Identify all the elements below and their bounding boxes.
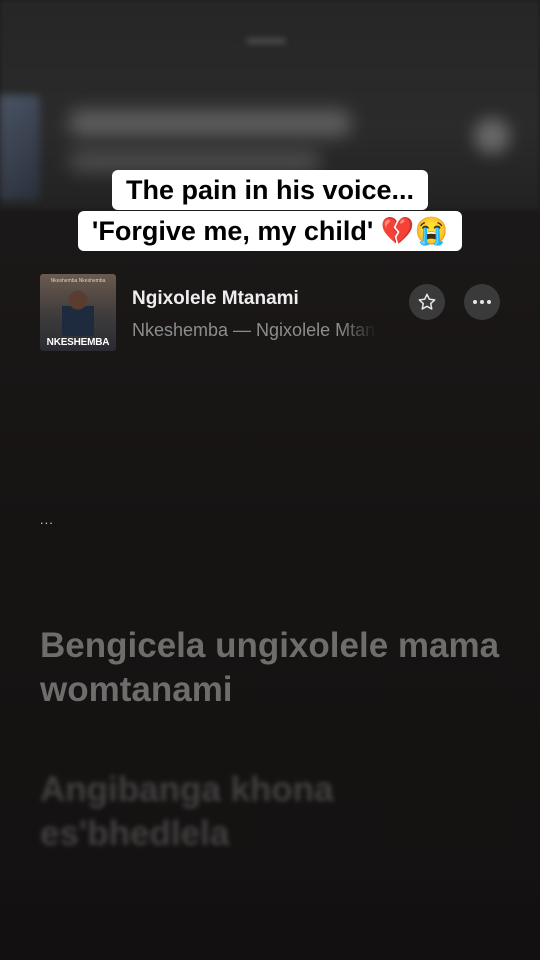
caption-line-2: 'Forgive me, my child' 💔😭: [0, 211, 540, 251]
more-options-button[interactable]: [464, 284, 500, 320]
lyric-line-next[interactable]: Angibanga khona es'bhedlela: [40, 768, 500, 856]
caption-text-2: 'Forgive me, my child' 💔😭: [77, 211, 463, 251]
artist-figure: [62, 288, 94, 336]
blurred-title: [70, 110, 350, 136]
ellipsis-icon: [473, 300, 491, 304]
lyrics-screen: The pain in his voice... 'Forgive me, my…: [0, 0, 540, 960]
now-playing-row: Nkeshemba Nkeshemba NKESHEMBA Ngixolele …: [40, 274, 510, 354]
caption-line-1: The pain in his voice...: [0, 170, 540, 210]
blurred-subtitle: [70, 150, 320, 172]
lyric-line-current[interactable]: Bengicela ungixolele mama womtanami: [40, 624, 500, 712]
blurred-star-icon: [474, 118, 510, 154]
album-art[interactable]: Nkeshemba Nkeshemba NKESHEMBA: [40, 274, 116, 351]
album-artist-label: NKESHEMBA: [46, 337, 110, 348]
album-top-text: Nkeshemba Nkeshemba: [50, 278, 106, 284]
bottom-fade: [0, 860, 540, 960]
song-subtitle[interactable]: Nkeshemba — Ngixolele Mtanami: [132, 320, 377, 341]
song-title[interactable]: Ngixolele Mtanami: [132, 288, 299, 310]
favorite-button[interactable]: [409, 284, 445, 320]
star-icon: [418, 293, 436, 310]
sheet-handle: [246, 38, 286, 44]
lyric-interlude-dots[interactable]: ...: [40, 512, 54, 527]
caption-text-1: The pain in his voice...: [111, 170, 429, 210]
